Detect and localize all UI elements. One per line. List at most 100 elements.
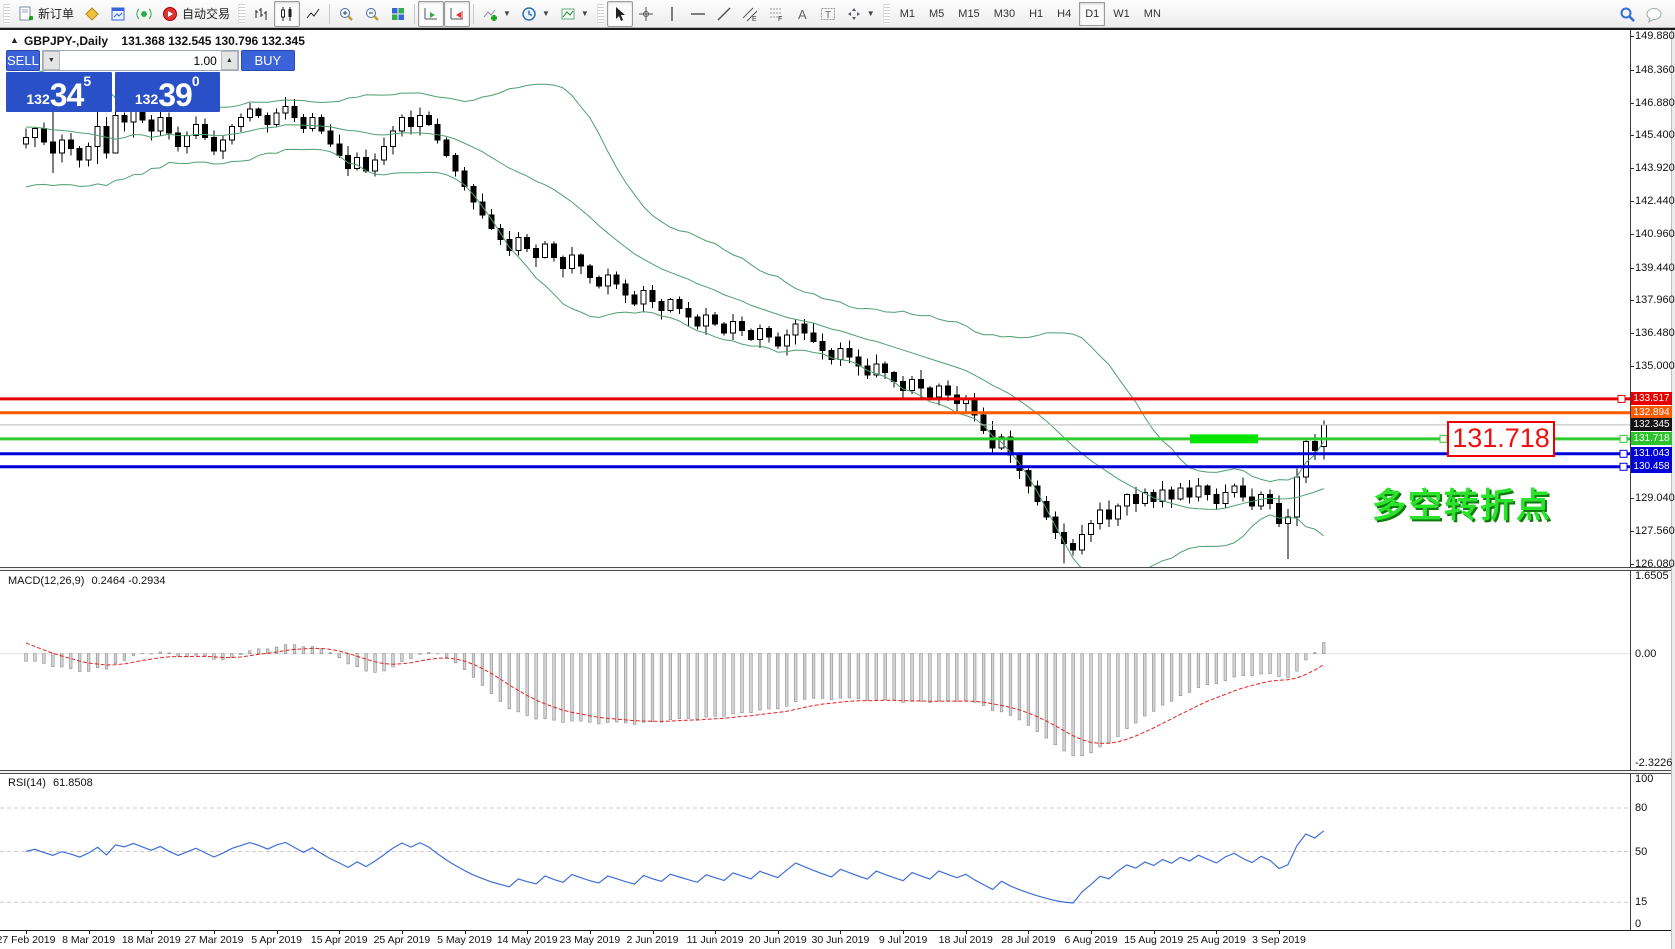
volume-increase-arrow[interactable]: ▲ — [221, 51, 238, 70]
macd-rsi-splitter[interactable] — [0, 770, 1675, 774]
price-annotation-box[interactable]: 131.718 — [1447, 421, 1555, 457]
date-axis-label: 15 Aug 2019 — [1124, 934, 1183, 946]
fibonacci-button[interactable]: F — [763, 1, 789, 27]
zoom-out-button[interactable] — [359, 1, 385, 27]
horizontal-line-button[interactable] — [685, 1, 711, 27]
price-line-tag: 131.718 — [1631, 432, 1672, 445]
zoom-in-button[interactable] — [333, 1, 359, 27]
price-line-tag: 132.894 — [1631, 406, 1672, 419]
auto-scroll-button[interactable] — [418, 1, 444, 27]
price-axis-tick — [1630, 531, 1634, 532]
sell-price-display[interactable]: 132 34 5 — [6, 72, 112, 112]
price-axis-label: 127.560 — [1635, 525, 1675, 537]
tile-windows-button[interactable] — [385, 1, 411, 27]
equidistant-channel-button[interactable]: E — [737, 1, 763, 27]
main-macd-splitter[interactable] — [0, 567, 1675, 571]
rsi-axis-label: 50 — [1635, 846, 1647, 858]
profiles-button[interactable] — [79, 1, 105, 27]
macd-panel-chart[interactable] — [0, 572, 1631, 770]
chat-icon[interactable] — [1645, 6, 1661, 22]
signals-button[interactable] — [131, 1, 157, 27]
volume-input[interactable] — [60, 51, 221, 70]
date-axis-label: 3 Sep 2019 — [1252, 934, 1306, 946]
date-axis-tick — [214, 930, 215, 934]
toolbar-grip[interactable] — [597, 4, 604, 24]
toolbar-grip[interactable] — [3, 4, 10, 24]
one-click-trading-panel: SELL ▼ ▲ BUY 132 34 5 132 39 0 — [6, 50, 220, 112]
tile-windows-icon — [390, 6, 406, 22]
arrows-dropdown-arrow[interactable]: ▼ — [867, 9, 875, 18]
cursor-icon — [612, 6, 628, 22]
arrows-icon — [846, 6, 862, 22]
mt4-terminal: 新订单 自动交易 — [0, 0, 1675, 949]
price-line-tag: 131.043 — [1631, 447, 1672, 460]
chart-shift-button[interactable] — [444, 1, 470, 27]
price-axis-label: 149.880 — [1635, 30, 1675, 42]
date-axis-label: 14 May 2019 — [497, 934, 558, 946]
date-axis-tick — [465, 930, 466, 934]
periods-button[interactable]: ▼ — [516, 1, 555, 27]
date-axis-label: 18 Jul 2019 — [939, 934, 993, 946]
candlestick-chart-icon — [279, 6, 295, 22]
rsi-indicator-label: RSI(14) 61.8508 — [8, 777, 93, 789]
timeframe-m30[interactable]: M30 — [988, 2, 1021, 26]
market-watch-icon — [110, 6, 126, 22]
trendline-button[interactable] — [711, 1, 737, 27]
macd-values: 0.2464 -0.2934 — [91, 575, 165, 587]
templates-dropdown-arrow[interactable]: ▼ — [581, 9, 589, 18]
buy-price-display[interactable]: 132 39 0 — [115, 72, 221, 112]
price-axis-label: 143.920 — [1635, 162, 1675, 174]
vertical-line-button[interactable] — [659, 1, 685, 27]
rsi-panel-chart[interactable] — [0, 774, 1631, 930]
timeframe-m15[interactable]: M15 — [952, 2, 985, 26]
timeframe-mn[interactable]: MN — [1138, 2, 1167, 26]
auto-trading-button[interactable]: 自动交易 — [157, 1, 235, 27]
macd-axis-label: 1.6505 — [1635, 570, 1669, 582]
text-icon: A — [794, 6, 810, 22]
volume-decrease-arrow[interactable]: ▼ — [43, 51, 60, 70]
arrows-button[interactable]: ▼ — [841, 1, 880, 27]
templates-button[interactable]: ▼ — [555, 1, 594, 27]
date-axis-tick — [653, 930, 654, 934]
new-order-button[interactable]: 新订单 — [13, 1, 79, 27]
cursor-button[interactable] — [607, 1, 633, 27]
crosshair-button[interactable] — [633, 1, 659, 27]
date-axis-label: 30 Jun 2019 — [812, 934, 870, 946]
date-axis-label: 28 Jul 2019 — [1001, 934, 1055, 946]
periods-dropdown-arrow[interactable]: ▼ — [542, 9, 550, 18]
indicators-button[interactable]: ▼ — [477, 1, 516, 27]
macd-indicator-label: MACD(12,26,9) 0.2464 -0.2934 — [8, 575, 166, 587]
timeframe-m1[interactable]: M1 — [894, 2, 921, 26]
indicators-dropdown-arrow[interactable]: ▼ — [503, 9, 511, 18]
date-axis-tick — [277, 930, 278, 934]
svg-text:E: E — [752, 16, 757, 22]
bar-chart-button[interactable] — [248, 1, 274, 27]
price-axis-label: 140.960 — [1635, 228, 1675, 240]
date-axis-label: 25 Apr 2019 — [374, 934, 431, 946]
date-axis-tick — [840, 930, 841, 934]
price-axis-tick — [1630, 300, 1634, 301]
chart-symbol-period: GBPJPY-,Daily — [24, 34, 108, 48]
timeframe-m5[interactable]: M5 — [923, 2, 950, 26]
candlestick-chart-button[interactable] — [274, 1, 300, 27]
line-chart-button[interactable] — [300, 1, 326, 27]
buy-button[interactable]: BUY — [241, 50, 295, 71]
text-button[interactable]: A — [789, 1, 815, 27]
timeframe-h1[interactable]: H1 — [1023, 2, 1049, 26]
market-watch-button[interactable] — [105, 1, 131, 27]
date-axis-label: 11 Jun 2019 — [687, 934, 744, 946]
timeframe-d1[interactable]: D1 — [1079, 2, 1105, 26]
collapse-panel-arrow-icon[interactable]: ▲ — [10, 35, 19, 45]
text-label-button[interactable]: T — [815, 1, 841, 27]
signals-icon — [136, 6, 152, 22]
timeframe-h4[interactable]: H4 — [1051, 2, 1077, 26]
toolbar-grip[interactable] — [238, 4, 245, 24]
sell-button[interactable]: SELL — [6, 50, 40, 71]
buy-price-sup: 0 — [192, 73, 200, 89]
search-icon[interactable] — [1619, 6, 1635, 22]
timeframe-w1[interactable]: W1 — [1107, 2, 1136, 26]
chart-title: GBPJPY-,Daily 131.368 132.545 130.796 13… — [24, 34, 305, 48]
date-axis-tick — [590, 930, 591, 934]
toolbar-grip[interactable] — [883, 4, 890, 24]
timeframe-bar: M1M5M15M30H1H4D1W1MN — [893, 2, 1168, 26]
